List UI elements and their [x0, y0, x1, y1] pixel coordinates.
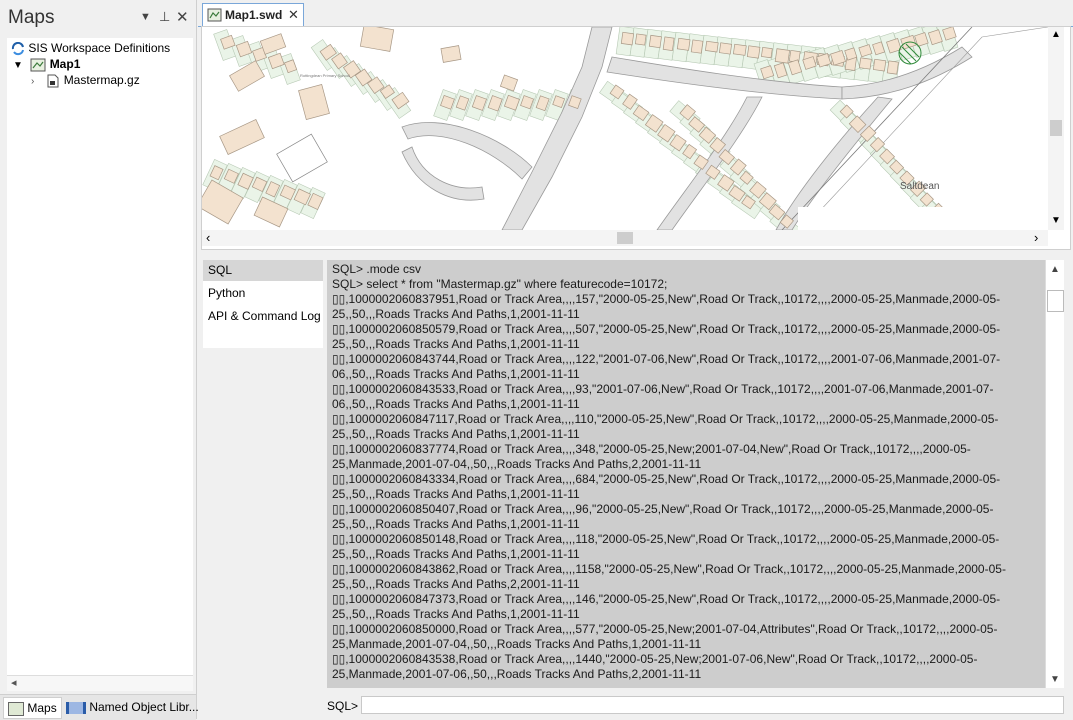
console-line: 25,Manmade,2001-07-06,,50,,,Roads Tracks…	[332, 667, 702, 681]
console-line: 25,,50,,,Roads Tracks And Paths,1,2001-1…	[332, 517, 580, 531]
map-vscroll-thumb[interactable]	[1050, 120, 1062, 136]
map-horizontal-scrollbar[interactable]: ‹ ›	[202, 230, 1048, 246]
map-document-icon	[207, 8, 222, 22]
console-line: ▯▯,1000002060843334,Road or Track Area,,…	[332, 472, 1001, 486]
scroll-up-arrow-icon[interactable]: ▲	[1051, 29, 1061, 40]
maps-tab-icon	[8, 701, 24, 716]
tree-item-mastermap[interactable]: › Mastermap.gz	[31, 72, 140, 88]
nav-item-api-command-log[interactable]: API & Command Log	[203, 306, 323, 327]
tab-named-object-library[interactable]: Named Object Libr...	[62, 697, 203, 717]
scroll-right-arrow-icon[interactable]: ›	[1034, 230, 1038, 245]
scroll-down-arrow-icon[interactable]: ▼	[1050, 674, 1060, 685]
scroll-up-arrow-icon[interactable]: ▲	[1050, 264, 1060, 275]
map-vertical-scrollbar[interactable]: ▲ ▼	[1048, 27, 1064, 230]
collapse-chevron-icon[interactable]: ▼	[13, 58, 27, 74]
panel-menu-icon[interactable]: ▼	[140, 11, 151, 23]
map-document-icon	[30, 58, 46, 72]
console-vscroll-thumb[interactable]	[1047, 290, 1064, 312]
tree-item-label: SIS Workspace Definitions	[28, 41, 171, 55]
expand-chevron-icon[interactable]: ›	[31, 74, 43, 90]
tree-item-label: Map1	[49, 57, 81, 71]
console-line: 25,,50,,,Roads Tracks And Paths,1,2001-1…	[332, 337, 580, 351]
console-line: ▯▯,1000002060850000,Road or Track Area,,…	[332, 622, 998, 636]
console-line: ▯▯,1000002060843538,Road or Track Area,,…	[332, 652, 978, 666]
library-books-icon	[66, 701, 86, 714]
close-panel-icon[interactable]: ✕	[176, 8, 189, 26]
console-line: 25,,50,,,Roads Tracks And Paths,1,2001-1…	[332, 427, 580, 441]
console-line: 25,,50,,,Roads Tracks And Paths,1,2001-1…	[332, 307, 580, 321]
tree-item-label: Mastermap.gz	[63, 73, 140, 87]
console-vertical-scrollbar[interactable]: ▲ ▼	[1045, 260, 1064, 688]
console-nav: SQL Python API & Command Log	[203, 260, 323, 348]
console-line: 25,Manmade,2001-07-04,,50,,,Roads Tracks…	[332, 637, 702, 651]
tree-horizontal-scrollbar[interactable]: ◂	[7, 675, 193, 691]
console-line: ▯▯,1000002060837774,Road or Track Area,,…	[332, 442, 971, 456]
console-lines: SQL> .mode csv SQL> select * from "Master…	[332, 262, 1022, 682]
sql-command-input[interactable]	[361, 696, 1064, 714]
tab-map1-swd[interactable]: Map1.swd ✕	[202, 3, 304, 26]
console-line: 06,,50,,,Roads Tracks And Paths,1,2001-1…	[332, 367, 580, 381]
map-place-label: Saltdean	[900, 181, 939, 192]
dataset-file-icon	[47, 74, 59, 88]
panel-title: Maps	[8, 7, 55, 28]
console-line: ▯▯,1000002060847373,Road or Track Area,,…	[332, 592, 1001, 606]
sis-logo-icon	[11, 41, 24, 55]
console-line: 25,,50,,,Roads Tracks And Paths,2,2001-1…	[332, 577, 580, 591]
tree-item-map1[interactable]: ▼ Map1	[13, 56, 80, 72]
map-hscroll-thumb[interactable]	[617, 232, 633, 244]
tab-label: Named Object Libr...	[89, 700, 199, 714]
console-line: ▯▯,1000002060843862,Road or Track Area,,…	[332, 562, 1006, 576]
map-canvas[interactable]: Saltdean Rottingdean Primary School	[202, 27, 1048, 230]
panel-tab-strip: Maps Named Object Libr...	[0, 694, 199, 720]
console-line: SQL> .mode csv	[332, 262, 422, 276]
console-line: ▯▯,1000002060837951,Road or Track Area,,…	[332, 292, 1001, 306]
pin-icon[interactable]: ⊥	[159, 9, 170, 25]
scroll-left-arrow-icon[interactable]: ◂	[11, 676, 17, 689]
tab-label: Maps	[27, 701, 57, 715]
tab-maps[interactable]: Maps	[3, 697, 62, 719]
nav-item-sql[interactable]: SQL	[203, 260, 323, 281]
scroll-down-arrow-icon[interactable]: ▼	[1051, 215, 1061, 226]
map-small-label: Rottingdean Primary School	[300, 73, 350, 78]
console-line: 25,,50,,,Roads Tracks And Paths,1,2001-1…	[332, 607, 580, 621]
close-tab-icon[interactable]: ✕	[288, 7, 299, 23]
console-line: SQL> select * from "Mastermap.gz" where …	[332, 277, 668, 291]
console-line: ▯▯,1000002060850148,Road or Track Area,,…	[332, 532, 1000, 546]
console-line: 25,,50,,,Roads Tracks And Paths,1,2001-1…	[332, 547, 580, 561]
console-output[interactable]: SQL> .mode csv SQL> select * from "Master…	[327, 260, 1045, 688]
console-line: 25,Manmade,2001-07-04,,50,,,Roads Tracks…	[332, 457, 702, 471]
maps-panel: Maps ▼ ⊥ ✕ SIS Workspace Definitions ▼ M…	[0, 0, 199, 720]
tab-label: Map1.swd	[225, 8, 283, 22]
console-line: ▯▯,1000002060843744,Road or Track Area,,…	[332, 352, 1001, 366]
console-line: ▯▯,1000002060850579,Road or Track Area,,…	[332, 322, 1001, 336]
console-line: ▯▯,1000002060850407,Road or Track Area,,…	[332, 502, 994, 516]
console-line: ▯▯,1000002060843533,Road or Track Area,,…	[332, 382, 994, 396]
scroll-left-arrow-icon[interactable]: ‹	[206, 230, 210, 245]
console-line: 06,,50,,,Roads Tracks And Paths,1,2001-1…	[332, 397, 580, 411]
tree-item-workspace-root[interactable]: SIS Workspace Definitions	[11, 40, 170, 56]
console-line: ▯▯,1000002060847117,Road or Track Area,,…	[332, 412, 999, 426]
sql-prompt-label: SQL>	[327, 699, 359, 713]
workspace-tree[interactable]: SIS Workspace Definitions ▼ Map1 › Maste…	[7, 38, 193, 675]
document-tab-strip	[198, 0, 1073, 27]
console-line: 25,,50,,,Roads Tracks And Paths,1,2001-1…	[332, 487, 580, 501]
nav-item-python[interactable]: Python	[203, 283, 323, 304]
